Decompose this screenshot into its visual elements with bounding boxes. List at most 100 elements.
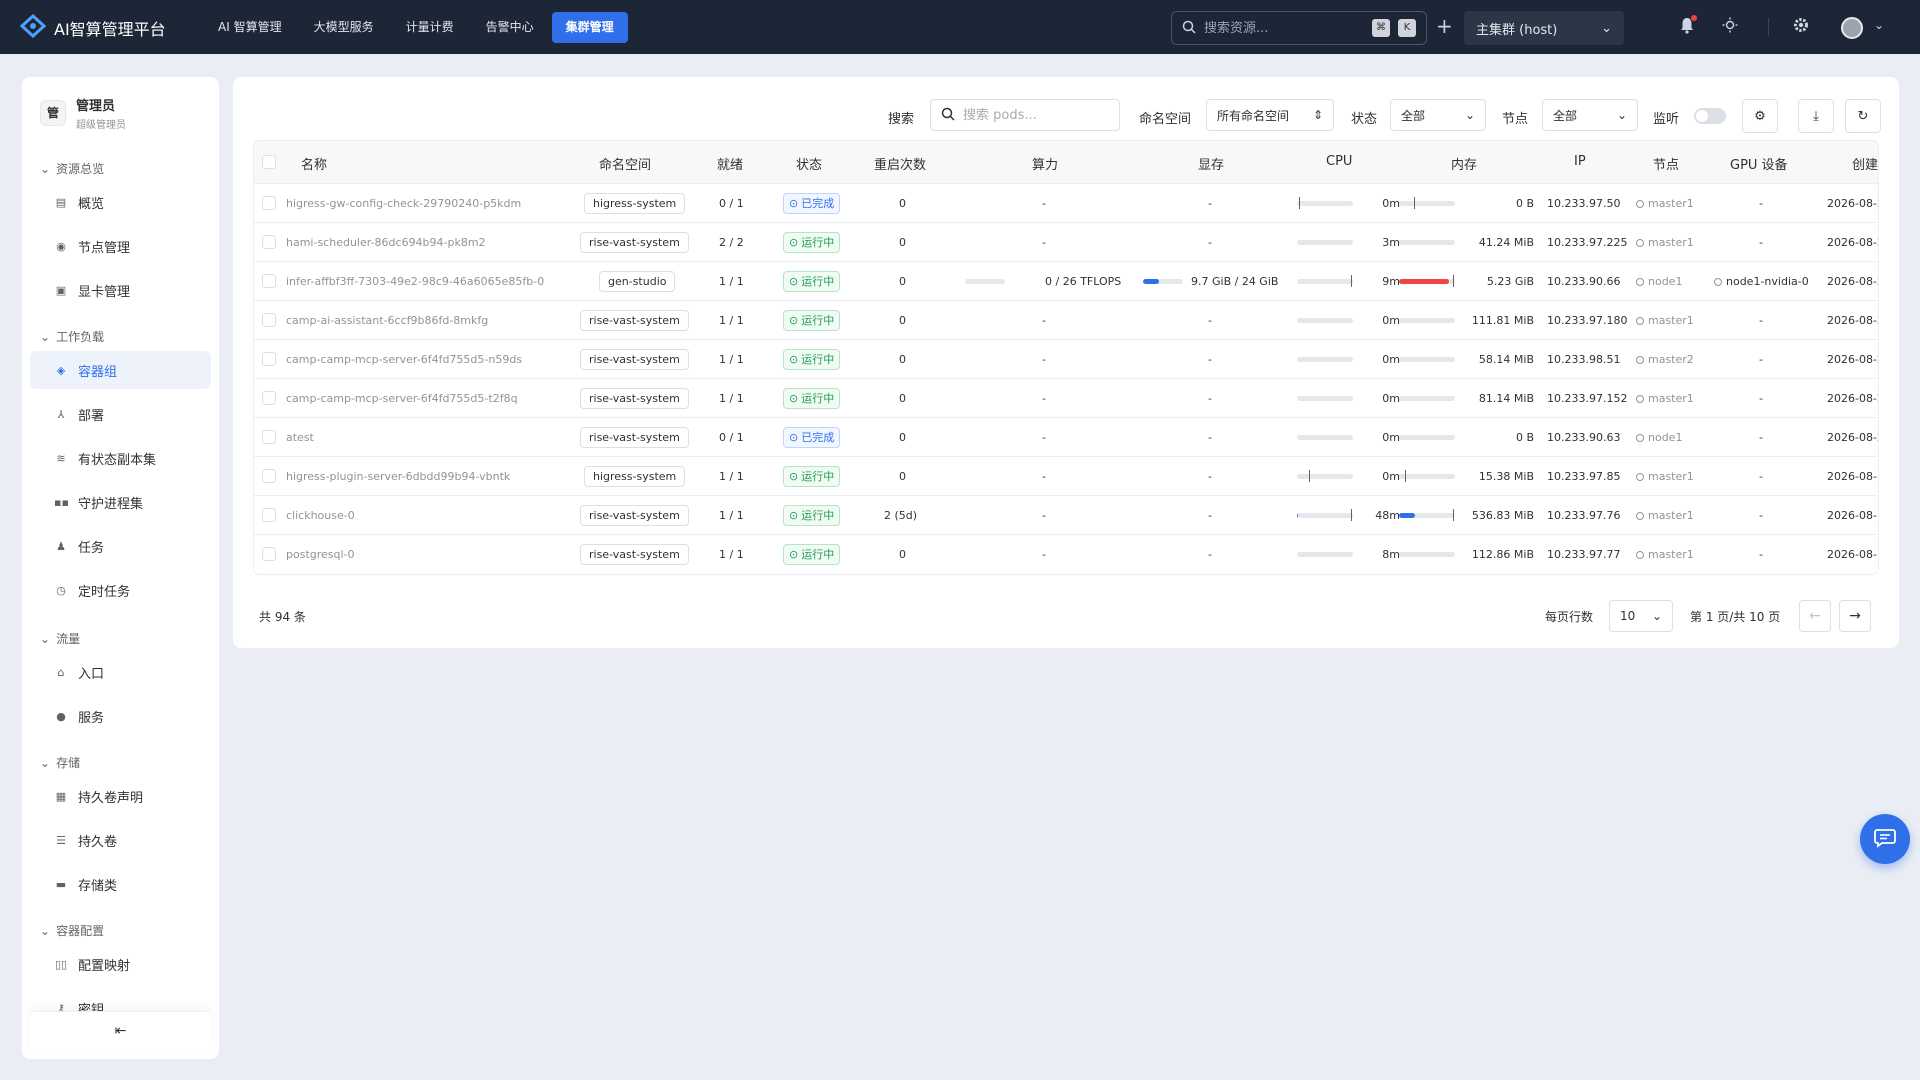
nav-llm-service[interactable]: 大模型服务: [300, 12, 388, 43]
table-row[interactable]: hami-scheduler-86dc694b94-pk8m2 rise-vast…: [254, 223, 1878, 262]
next-page-button[interactable]: →: [1839, 600, 1871, 632]
nav-alerts[interactable]: 告警中心: [472, 12, 548, 43]
row-checkbox[interactable]: [262, 352, 276, 366]
pod-search-input[interactable]: [963, 107, 1103, 123]
column-settings-button[interactable]: ⚙: [1742, 99, 1778, 133]
sidebar-item-pvc[interactable]: ▦ 持久卷声明: [30, 777, 211, 815]
sidebar-item-jobs[interactable]: ♟ 任务: [30, 527, 211, 565]
node-link[interactable]: master1: [1636, 392, 1694, 405]
node-link[interactable]: master1: [1636, 470, 1694, 483]
collapse-sidebar-button[interactable]: ⇤: [30, 1011, 211, 1049]
col-memory[interactable]: 内存: [1451, 154, 1477, 173]
table-row[interactable]: camp-camp-mcp-server-6f4fd755d5-n59ds ris…: [254, 340, 1878, 379]
row-checkbox[interactable]: [262, 274, 276, 288]
col-status[interactable]: 状态: [796, 154, 822, 173]
sidebar-group-workloads[interactable]: ⌄ 工作负载: [40, 328, 104, 345]
sidebar-item-deployments[interactable]: ⅄ 部署: [30, 395, 211, 433]
row-checkbox[interactable]: [262, 235, 276, 249]
pod-search[interactable]: [930, 99, 1120, 131]
pod-name[interactable]: clickhouse-0: [286, 509, 355, 522]
node-link[interactable]: master1: [1636, 548, 1694, 561]
col-ip[interactable]: IP: [1574, 154, 1586, 169]
sidebar-item-daemonsets[interactable]: ▪▪ 守护进程集: [30, 483, 211, 521]
table-row[interactable]: higress-gw-config-check-29790240-p5kdm hi…: [254, 184, 1878, 223]
col-created[interactable]: 创建: [1852, 154, 1878, 173]
nav-ai-compute[interactable]: AI 智算管理: [204, 12, 296, 43]
sidebar-group-traffic[interactable]: ⌄ 流量: [40, 630, 80, 647]
pod-name[interactable]: camp-camp-mcp-server-6f4fd755d5-n59ds: [286, 353, 522, 366]
sidebar-item-pv[interactable]: ☰ 持久卷: [30, 821, 211, 859]
node-link[interactable]: node1: [1636, 431, 1682, 444]
pod-name[interactable]: camp-camp-mcp-server-6f4fd755d5-t2f8q: [286, 392, 518, 405]
table-row[interactable]: camp-ai-assistant-6ccf9b86fd-8mkfg rise-v…: [254, 301, 1878, 340]
sidebar-item-nodes[interactable]: ◉ 节点管理: [30, 227, 211, 265]
col-namespace[interactable]: 命名空间: [599, 154, 651, 173]
col-vram[interactable]: 显存: [1198, 154, 1224, 173]
prev-page-button[interactable]: ←: [1799, 600, 1831, 632]
sidebar-item-pods[interactable]: ◈ 容器组: [30, 351, 211, 389]
watch-toggle[interactable]: [1694, 108, 1726, 124]
global-search[interactable]: ⌘ K: [1171, 11, 1427, 45]
pod-name[interactable]: camp-ai-assistant-6ccf9b86fd-8mkfg: [286, 314, 488, 327]
status-select[interactable]: 全部 ⌄: [1390, 99, 1486, 131]
table-row[interactable]: higress-plugin-server-6dbdd99b94-vbntk hi…: [254, 457, 1878, 496]
node-link[interactable]: master2: [1636, 353, 1694, 366]
row-checkbox[interactable]: [262, 196, 276, 210]
pod-name[interactable]: postgresql-0: [286, 548, 355, 561]
namespace-select[interactable]: 所有命名空间 ⇕: [1206, 99, 1334, 131]
sidebar-item-storage-class[interactable]: ▬ 存储类: [30, 865, 211, 903]
row-checkbox[interactable]: [262, 508, 276, 522]
app-logo[interactable]: AI智算管理平台: [19, 13, 166, 41]
download-button[interactable]: ⤓: [1798, 99, 1834, 133]
node-link[interactable]: master1: [1636, 314, 1694, 327]
pod-name[interactable]: higress-plugin-server-6dbdd99b94-vbntk: [286, 470, 510, 483]
table-row[interactable]: camp-camp-mcp-server-6f4fd755d5-t2f8q ris…: [254, 379, 1878, 418]
select-all-checkbox[interactable]: [262, 155, 276, 169]
col-node[interactable]: 节点: [1653, 154, 1679, 173]
nav-billing[interactable]: 计量计费: [392, 12, 468, 43]
col-ready[interactable]: 就绪: [717, 154, 743, 173]
col-restarts[interactable]: 重启次数: [874, 154, 926, 173]
sidebar-item-statefulsets[interactable]: ≋ 有状态副本集: [30, 439, 211, 477]
row-checkbox[interactable]: [262, 391, 276, 405]
node-select[interactable]: 全部 ⌄: [1542, 99, 1638, 131]
row-checkbox[interactable]: [262, 430, 276, 444]
sidebar-item-gpus[interactable]: ▣ 显卡管理: [30, 271, 211, 309]
node-link[interactable]: master1: [1636, 236, 1694, 249]
add-icon[interactable]: +: [1436, 14, 1453, 38]
pod-name[interactable]: infer-affbf3ff-7303-49e2-98c9-46a6065e85…: [286, 275, 544, 288]
col-gpu-device[interactable]: GPU 设备: [1730, 154, 1788, 173]
row-checkbox[interactable]: [262, 469, 276, 483]
gear-icon[interactable]: [1793, 17, 1809, 36]
global-search-input[interactable]: [1204, 20, 1364, 36]
row-checkbox[interactable]: [262, 313, 276, 327]
chat-button[interactable]: [1860, 814, 1910, 864]
row-checkbox[interactable]: [262, 547, 276, 561]
sidebar-group-config[interactable]: ⌄ 容器配置: [40, 922, 104, 939]
table-row[interactable]: atest rise-vast-system 0 / 1 ⊙ 已完成 0 - - 0m 0 B 10…: [254, 418, 1878, 457]
chevron-down-icon[interactable]: ⌄: [1874, 18, 1884, 32]
nav-cluster-management[interactable]: 集群管理: [551, 12, 628, 43]
sidebar-group-storage[interactable]: ⌄ 存储: [40, 754, 80, 771]
table-row[interactable]: clickhouse-0 rise-vast-system 1 / 1 ⊙ 运行中 2 (…: [254, 496, 1878, 535]
col-cpu[interactable]: CPU: [1326, 154, 1352, 169]
refresh-button[interactable]: ↻: [1845, 99, 1881, 133]
cluster-select[interactable]: 主集群 (host) ⌄: [1464, 11, 1624, 45]
col-name[interactable]: 名称: [301, 154, 327, 173]
theme-sun-icon[interactable]: [1722, 17, 1738, 36]
sidebar-item-overview[interactable]: ▤ 概览: [30, 183, 211, 221]
node-link[interactable]: node1: [1636, 275, 1682, 288]
pod-name[interactable]: higress-gw-config-check-29790240-p5kdm: [286, 197, 521, 210]
col-compute[interactable]: 算力: [1032, 154, 1058, 173]
pod-name[interactable]: hami-scheduler-86dc694b94-pk8m2: [286, 236, 486, 249]
sidebar-group-resources[interactable]: ⌄ 资源总览: [40, 160, 104, 177]
sidebar-item-services[interactable]: ● 服务: [30, 697, 211, 735]
node-link[interactable]: master1: [1636, 197, 1694, 210]
sidebar-item-cronjobs[interactable]: ◷ 定时任务: [30, 571, 211, 609]
table-row[interactable]: infer-affbf3ff-7303-49e2-98c9-46a6065e85…: [254, 262, 1878, 301]
rows-per-page-select[interactable]: 10 ⌄: [1609, 600, 1673, 632]
table-row[interactable]: postgresql-0 rise-vast-system 1 / 1 ⊙ 运行中 0 - -…: [254, 535, 1878, 574]
sidebar-item-configmaps[interactable]: ▯▯ 配置映射: [30, 945, 211, 983]
avatar[interactable]: [1841, 17, 1863, 39]
node-link[interactable]: master1: [1636, 509, 1694, 522]
